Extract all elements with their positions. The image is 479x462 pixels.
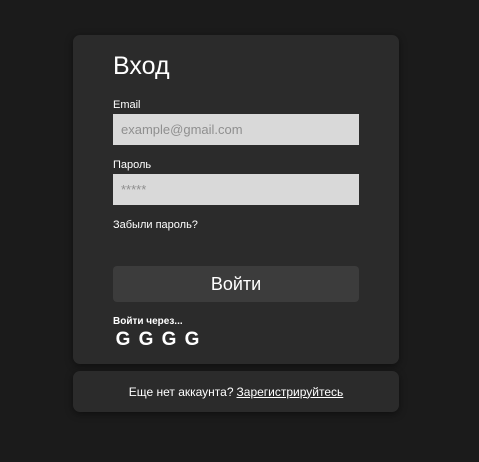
login-card: Вход Email Пароль Забыли пароль? Войти В… [73,35,399,364]
register-card: Еще нет аккаунта? Зарегистрируйтесь [73,371,399,412]
google-icon-2[interactable]: G [137,329,155,350]
social-login-label: Войти через... [113,316,183,327]
login-button[interactable]: Войти [113,266,359,302]
password-field[interactable] [113,174,359,205]
email-label: Email [113,99,141,111]
register-link[interactable]: Зарегистрируйтесь [237,385,344,399]
social-login-buttons: G G G G [114,329,201,350]
page-title: Вход [113,52,170,80]
google-icon-3[interactable]: G [160,329,178,350]
google-icon-4[interactable]: G [183,329,201,350]
forgot-password-link[interactable]: Забыли пароль? [113,219,198,231]
password-label: Пароль [113,159,152,171]
google-icon-1[interactable]: G [114,329,132,350]
email-field[interactable] [113,114,359,145]
register-prompt: Еще нет аккаунта? [128,384,234,399]
